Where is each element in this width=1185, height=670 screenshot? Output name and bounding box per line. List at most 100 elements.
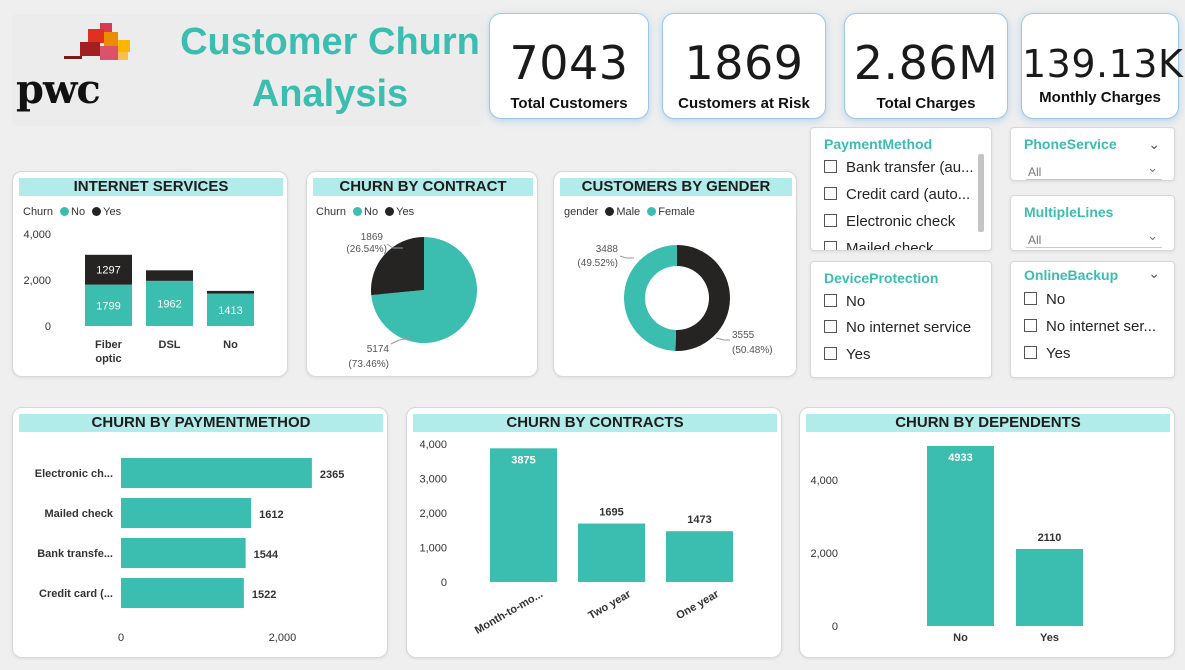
chevron-down-icon[interactable]: ⌄: [1148, 136, 1160, 153]
checkbox[interactable]: [824, 347, 837, 360]
scrollbar[interactable]: [978, 154, 984, 232]
slicer-item[interactable]: No internet service: [824, 319, 971, 336]
checkbox[interactable]: [824, 320, 837, 333]
y-tick-label: 4,000: [810, 475, 838, 487]
slicer-item[interactable]: Bank transfer (au...: [824, 159, 974, 176]
kpi-label: Total Charges: [876, 95, 976, 112]
slicer-item[interactable]: Credit card (auto...: [824, 186, 970, 203]
y-tick-label: Bank transfe...: [37, 548, 113, 560]
y-tick-label: Electronic ch...: [35, 468, 113, 480]
data-label: (26.54%): [346, 244, 387, 255]
phone-service-dropdown[interactable]: All ⌄: [1026, 160, 1162, 180]
y-tick-label: 2,000: [419, 508, 447, 520]
y-tick-label: Credit card (...: [39, 588, 113, 600]
checkbox[interactable]: [824, 241, 837, 250]
donut-slice-male: [675, 245, 730, 351]
slicer-item[interactable]: No internet ser...: [1024, 318, 1156, 335]
checkbox[interactable]: [1024, 346, 1037, 359]
checkbox[interactable]: [824, 187, 837, 200]
slicer-item[interactable]: No: [1024, 291, 1065, 308]
internet-services-chart: INTERNET SERVICES Churn No Yes 4,000 2,00…: [12, 171, 288, 377]
kpi-label: Total Customers: [510, 95, 628, 112]
slicer-item[interactable]: No: [824, 293, 865, 310]
data-label: 1297: [96, 265, 120, 277]
slicer-item[interactable]: Mailed check: [824, 240, 934, 250]
page-title-line2: Analysis: [251, 73, 409, 115]
kpi-value: 2.86M: [853, 36, 999, 90]
bar: [121, 578, 244, 608]
bar: [490, 448, 557, 582]
slicer-online-backup[interactable]: OnlineBackup ⌄ No No internet ser... Yes: [1010, 261, 1175, 378]
donut-slice-female: [623, 245, 677, 351]
data-label: (73.46%): [348, 359, 389, 370]
checkbox[interactable]: [824, 160, 837, 173]
churn-by-paymentmethod-chart: CHURN BY PAYMENTMETHOD Electronic ch... 2…: [12, 407, 388, 658]
churn-by-contracts-plot: 4,000 3,000 2,000 1,000 0 3875 Month-to-mo... 1…: [419, 439, 733, 637]
page-title-line1: Customer Churn: [180, 21, 480, 63]
slicer-device-protection[interactable]: DeviceProtection No No internet service …: [810, 261, 992, 378]
pwc-logo: pwc: [14, 18, 134, 113]
slicer-payment-method[interactable]: PaymentMethod Bank transfer (au... Credi…: [810, 127, 992, 251]
x-tick-label: No: [953, 632, 968, 644]
data-label: 1695: [599, 507, 623, 519]
data-label: 1473: [687, 514, 711, 526]
data-label: 1544: [254, 549, 279, 561]
slicer-item[interactable]: Yes: [1024, 345, 1070, 362]
checkbox[interactable]: [824, 214, 837, 227]
checkbox[interactable]: [1024, 292, 1037, 305]
customers-by-gender-plot: 3488 (49.52%) 3555 (50.48%): [577, 244, 773, 356]
bar: [666, 531, 733, 582]
x-tick-label: DSL: [159, 339, 181, 351]
data-label: 4933: [948, 452, 972, 464]
multiple-lines-dropdown[interactable]: All ⌄: [1026, 228, 1162, 248]
bar: [121, 538, 246, 568]
y-tick-label: 2,000: [810, 548, 838, 560]
data-label: 3875: [511, 454, 535, 466]
kpi-label: Monthly Charges: [1039, 89, 1161, 106]
kpi-total-customers: 7043 Total Customers: [489, 13, 649, 119]
y-tick-label: 3,000: [419, 474, 447, 486]
y-tick-label: 4,000: [23, 229, 51, 241]
page-title: Customer Churn Analysis: [170, 16, 490, 120]
data-label: 1799: [96, 300, 120, 312]
chevron-down-icon[interactable]: ⌄: [1148, 265, 1160, 282]
kpi-value: 7043: [509, 36, 629, 90]
bar: [121, 458, 312, 488]
data-label: 3488: [596, 244, 619, 255]
slicer-item[interactable]: Yes: [824, 346, 870, 363]
churn-by-dependents-chart: CHURN BY DEPENDENTS 4,000 2,000 0 4933 No 211…: [799, 407, 1175, 658]
logo-text: pwc: [16, 66, 101, 113]
bar-yes: [207, 290, 254, 294]
x-tick-label: Month-to-mo...: [473, 588, 545, 637]
leader-line: [390, 337, 412, 345]
churn-by-paymentmethod-plot: Electronic ch... 2365 Mailed check 1612 Bank…: [35, 458, 344, 644]
kpi-total-charges: 2.86M Total Charges: [844, 13, 1008, 119]
data-label: 5174: [367, 344, 390, 355]
churn-by-contract-chart: CHURN BY CONTRACT Churn No Yes 1869 (26.5…: [306, 171, 538, 377]
kpi-label: Customers at Risk: [678, 95, 810, 112]
data-label: 2110: [1038, 532, 1062, 544]
churn-by-contracts-chart: CHURN BY CONTRACTS 4,000 3,000 2,000 1,000 0…: [406, 407, 782, 658]
x-tick-label: 0: [118, 632, 124, 644]
checkbox[interactable]: [1024, 319, 1037, 332]
bar: [927, 445, 994, 626]
data-label: (49.52%): [577, 258, 618, 269]
slicer-title: PaymentMethod: [824, 136, 933, 152]
chevron-down-icon: ⌄: [1147, 228, 1158, 243]
y-tick-label: 0: [832, 621, 838, 633]
x-tick-label: Fiber: [95, 339, 123, 351]
slicer-title: PhoneService: [1024, 136, 1117, 152]
data-label: 3555: [732, 330, 755, 341]
internet-services-plot: 4,000 2,000 0 1799 1297 Fiber optic 1962 DSL 1413…: [23, 229, 254, 365]
checkbox[interactable]: [824, 294, 837, 307]
bar: [121, 498, 252, 528]
y-tick-label: 0: [441, 577, 447, 589]
slicer-phone-service[interactable]: PhoneService ⌄ All ⌄: [1010, 127, 1175, 181]
bar-yes: [146, 270, 193, 281]
chevron-down-icon: ⌄: [1147, 160, 1158, 175]
slicer-item[interactable]: Electronic check: [824, 213, 955, 230]
customers-by-gender-chart: CUSTOMERS BY GENDER gender Male Female 3…: [553, 171, 797, 377]
slicer-multiple-lines[interactable]: MultipleLines All ⌄: [1010, 195, 1175, 251]
data-label: (50.48%): [732, 345, 773, 356]
slicer-title: MultipleLines: [1024, 204, 1114, 220]
